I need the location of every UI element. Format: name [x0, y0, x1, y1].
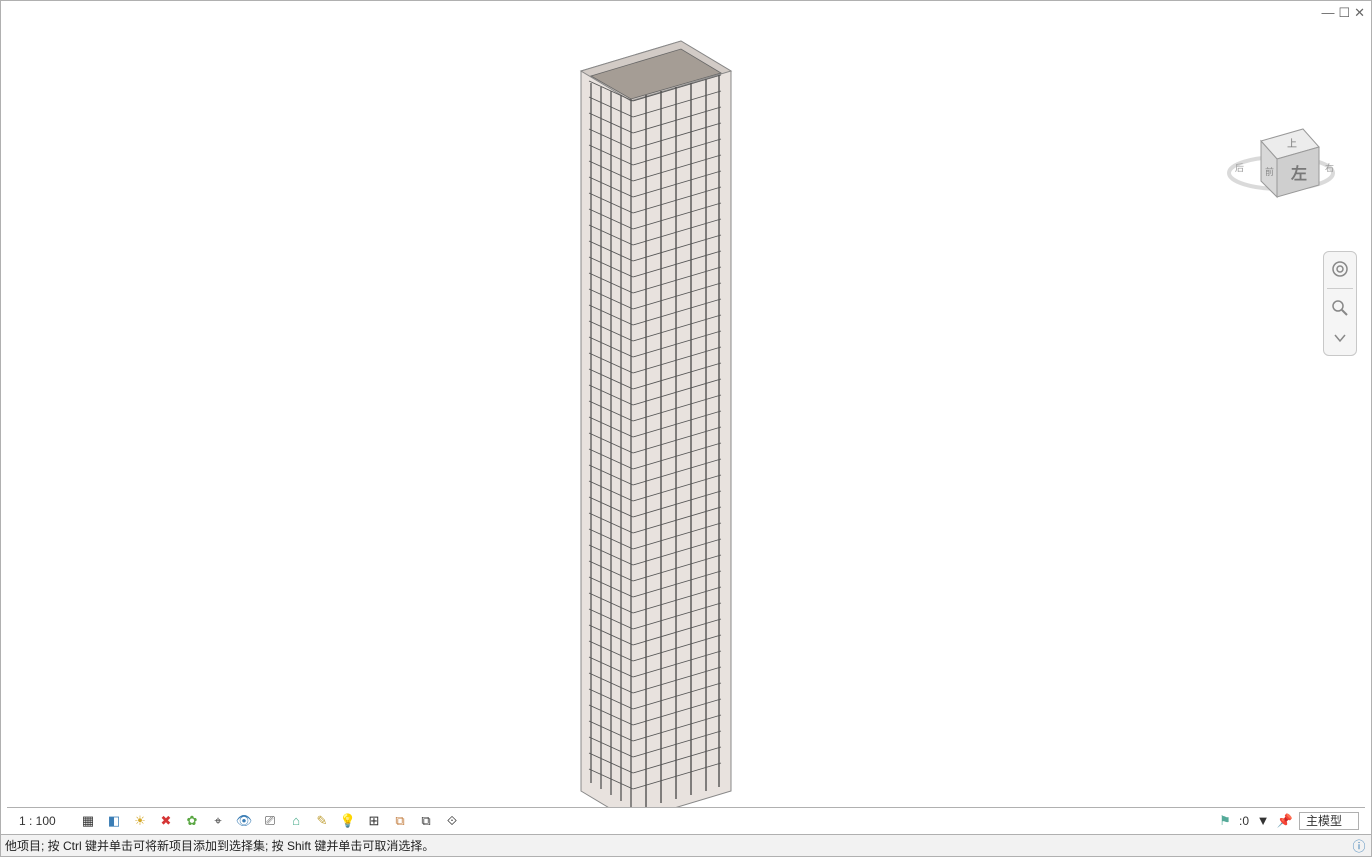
sun-icon: ☀ [132, 813, 148, 829]
properties-icon: ⌂ [288, 813, 304, 829]
svg-text:右: 右 [1325, 162, 1334, 173]
pushpin-icon[interactable]: 📌 [1277, 813, 1293, 829]
model-column-rebar[interactable] [561, 31, 761, 814]
nav-dropdown-button[interactable] [1329, 327, 1351, 349]
properties-button[interactable]: ⌂ [285, 812, 307, 830]
bulb-icon: 💡 [340, 813, 356, 829]
extents-icon: ⟐ [444, 813, 460, 829]
temporary-view-icon: ⧉ [418, 813, 434, 829]
ruler-icon: ⊞ [366, 813, 382, 829]
selection-count-label: :0 [1239, 814, 1249, 828]
nav-separator [1327, 288, 1353, 289]
zoom-button[interactable] [1329, 297, 1351, 319]
sun-path-button[interactable]: ☀ [129, 812, 151, 830]
shadows-button[interactable]: ✖ [155, 812, 177, 830]
temp-hide-button[interactable]: 💡 [337, 812, 359, 830]
crop-button[interactable]: ⌖ [207, 812, 229, 830]
svg-text:左: 左 [1290, 164, 1307, 183]
window-controls: — ☐ ✕ [1321, 5, 1365, 21]
home-view-button[interactable] [1329, 258, 1351, 280]
shadow-icon: ✖ [158, 813, 174, 829]
render-icon: ✿ [184, 813, 200, 829]
crop-icon: ⌖ [210, 813, 226, 829]
minimize-button[interactable]: — [1321, 5, 1334, 21]
selection-count-icon[interactable]: ⚑ [1217, 813, 1233, 829]
reveal-button[interactable]: ⎚ [259, 812, 281, 830]
model-graphics-button[interactable]: ▦ [77, 812, 99, 830]
status-bar: 他项目; 按 Ctrl 键并单击可将新项目添加到选择集; 按 Shift 键并单… [1, 834, 1371, 856]
view-cube[interactable]: 上 左 前 后 右 [1221, 101, 1341, 221]
hide-icon: 👁 [236, 813, 252, 829]
worksharing-mode-dropdown[interactable]: 主模型 [1299, 812, 1359, 830]
navigation-bar [1323, 251, 1357, 356]
reveal-icon: ⎚ [262, 813, 278, 829]
visual-style-button[interactable]: ◧ [103, 812, 125, 830]
info-icon[interactable]: ⓘ [1351, 838, 1367, 854]
work-plane-button[interactable]: ⊞ [363, 812, 385, 830]
status-hint-text: 他项目; 按 Ctrl 键并单击可将新项目添加到选择集; 按 Shift 键并单… [5, 837, 434, 854]
viewport-3d[interactable]: — ☐ ✕ [0, 0, 1372, 857]
scale-selector[interactable]: 1 : 100 [13, 814, 73, 828]
svg-text:上: 上 [1287, 138, 1297, 150]
extents-button[interactable]: ⟐ [441, 812, 463, 830]
svg-text:前: 前 [1265, 166, 1274, 177]
filter-icon[interactable]: ▼ [1255, 813, 1271, 829]
hide-button[interactable]: 👁 [233, 812, 255, 830]
box-icon: ◧ [106, 813, 122, 829]
render-button[interactable]: ✿ [181, 812, 203, 830]
pin-button[interactable]: ✎ [311, 812, 333, 830]
svg-text:后: 后 [1235, 163, 1244, 173]
section-box-icon: ⧉ [392, 813, 408, 829]
restore-button[interactable]: ☐ [1338, 5, 1350, 21]
section-box-button[interactable]: ⧉ [389, 812, 411, 830]
view-control-bar: 1 : 100 ▦ ◧ ☀ ✖ ✿ ⌖ 👁 ⎚ ⌂ ✎ 💡 ⊞ ⧉ ⧉ ⟐ ⚑ … [7, 807, 1365, 833]
pin-icon: ✎ [314, 813, 330, 829]
temporary-view-button[interactable]: ⧉ [415, 812, 437, 830]
model-graphics-icon: ▦ [80, 813, 96, 829]
close-button[interactable]: ✕ [1354, 5, 1365, 21]
status-right-group: ⚑ :0 ▼ 📌 主模型 [1217, 812, 1359, 830]
